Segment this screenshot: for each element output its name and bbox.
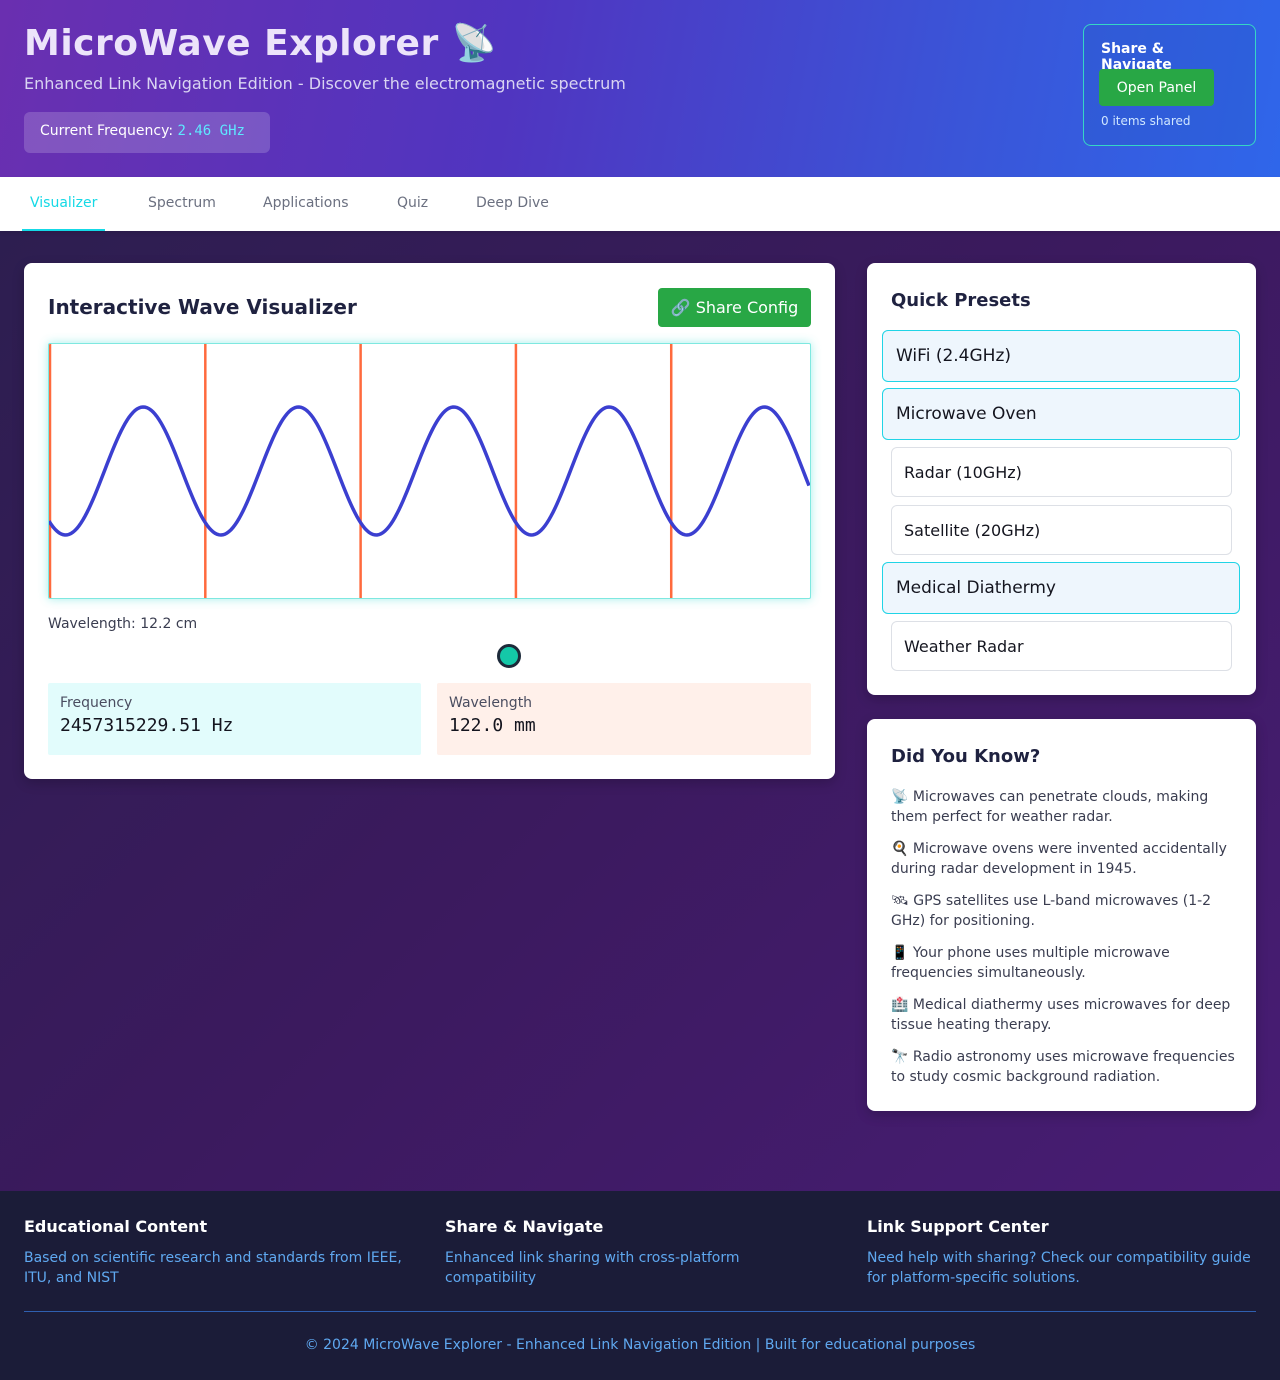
footer-col-text: Need help with sharing? Check our compat… (867, 1250, 1251, 1286)
wave-plot (49, 344, 810, 598)
wave-canvas (48, 343, 811, 599)
fact-item: 🍳 Microwave ovens were invented accident… (891, 841, 1227, 877)
footer-col-title: Link Support Center (867, 1217, 1049, 1236)
footer-divider (24, 1311, 1256, 1312)
frequency-metric-value: 2457315229.51 Hz (60, 715, 234, 736)
preset-medical-diathermy[interactable]: Medical Diathermy (882, 562, 1240, 614)
page-footer: Educational Content Based on scientific … (0, 1191, 1280, 1380)
fact-item: 🛰 GPS satellites use L-band microwaves (… (891, 893, 1212, 929)
tab-spectrum[interactable]: Spectrum (140, 177, 224, 231)
preset-wifi[interactable]: WiFi (2.4GHz) (882, 330, 1240, 382)
wavelength-metric: Wavelength 122.0 mm (437, 683, 811, 755)
preset-weather-radar[interactable]: Weather Radar (891, 621, 1232, 671)
current-frequency-label: Current Frequency: (40, 123, 174, 139)
tab-deep-dive[interactable]: Deep Dive (468, 177, 557, 231)
preset-radar[interactable]: Radar (10GHz) (891, 447, 1232, 497)
app-subtitle: Enhanced Link Navigation Edition - Disco… (24, 74, 626, 93)
footer-col-text: Enhanced link sharing with cross-platfor… (445, 1250, 740, 1286)
wavelength-metric-label: Wavelength (449, 695, 533, 711)
presets-title: Quick Presets (891, 290, 1031, 311)
fact-item: 🏥 Medical diathermy uses microwaves for … (891, 997, 1231, 1033)
footer-col-title: Share & Navigate (445, 1217, 604, 1236)
frequency-metric: Frequency 2457315229.51 Hz (48, 683, 421, 755)
footer-link-support: Link Support Center Need help with shari… (867, 1217, 1257, 1288)
shared-items-count: 0 items shared (1101, 114, 1191, 128)
share-navigate-panel: Share & Navigate Open Panel 0 items shar… (1083, 24, 1256, 146)
tab-quiz[interactable]: Quiz (389, 177, 436, 231)
fact-item: 🔭 Radio astronomy uses microwave frequen… (891, 1049, 1235, 1085)
quick-presets-card: Quick Presets WiFi (2.4GHz) Microwave Ov… (867, 263, 1256, 695)
wavelength-readout: Wavelength: 12.2 cm (48, 616, 198, 632)
open-panel-button[interactable]: Open Panel (1099, 69, 1214, 106)
wavelength-metric-value: 122.0 mm (449, 715, 536, 736)
current-frequency-badge: Current Frequency: 2.46 GHz (24, 112, 270, 153)
preset-satellite[interactable]: Satellite (20GHz) (891, 505, 1232, 555)
app-title: MicroWave Explorer 📡 (24, 23, 498, 64)
app-header: MicroWave Explorer 📡 Enhanced Link Navig… (0, 0, 1280, 177)
frequency-metric-label: Frequency (60, 695, 133, 711)
tab-applications[interactable]: Applications (255, 177, 357, 231)
footer-col-text: Based on scientific research and standar… (24, 1250, 402, 1286)
tab-visualizer[interactable]: Visualizer (22, 177, 106, 231)
fact-item: 📡 Microwaves can penetrate clouds, makin… (891, 789, 1209, 825)
preset-microwave-oven[interactable]: Microwave Oven (882, 388, 1240, 440)
main-nav: Visualizer Spectrum Applications Quiz De… (0, 177, 1280, 231)
footer-copyright: © 2024 MicroWave Explorer - Enhanced Lin… (304, 1337, 976, 1353)
frequency-slider-thumb[interactable] (497, 644, 521, 668)
share-config-button[interactable]: 🔗 Share Config (658, 288, 811, 327)
fact-item: 📱 Your phone uses multiple microwave fre… (891, 945, 1170, 981)
visualizer-title: Interactive Wave Visualizer (48, 295, 357, 319)
wave-visualizer-card: Interactive Wave Visualizer 🔗 Share Conf… (24, 263, 835, 779)
facts-title: Did You Know? (891, 746, 1041, 767)
footer-share-navigate: Share & Navigate Enhanced link sharing w… (445, 1217, 775, 1288)
did-you-know-card: Did You Know? 📡 Microwaves can penetrate… (867, 719, 1256, 1111)
footer-educational-content: Educational Content Based on scientific … (24, 1217, 414, 1288)
footer-col-title: Educational Content (24, 1217, 208, 1236)
current-frequency-value: 2.46 GHz (177, 123, 245, 139)
wave-line (49, 405, 810, 537)
